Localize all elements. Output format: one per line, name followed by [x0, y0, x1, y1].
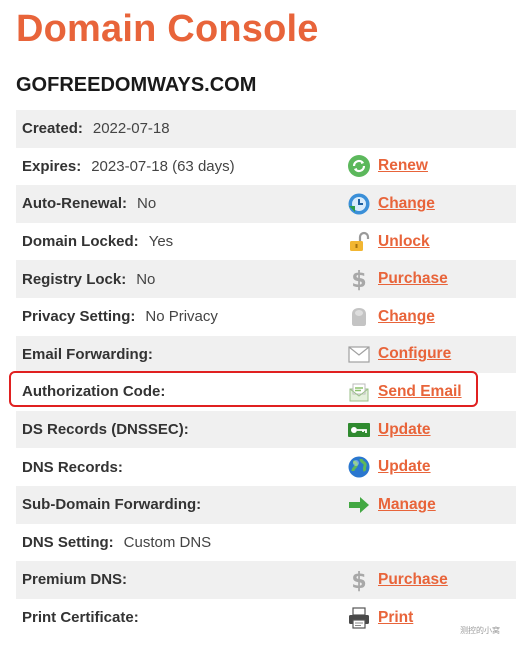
print-link[interactable]: Print — [378, 609, 413, 627]
row-value: No — [136, 270, 156, 288]
row-email-forwarding: Email Forwarding: Configure — [16, 335, 516, 374]
renew-icon[interactable] — [346, 153, 372, 179]
row-value: No — [137, 195, 157, 213]
page-title: Domain Console — [16, 8, 319, 50]
premium-dns-purchase-action[interactable]: $ Purchase — [346, 561, 448, 599]
row-subdomain-forwarding: Sub-Domain Forwarding: Manage — [16, 485, 516, 524]
ds-records-update-action[interactable]: Update — [346, 411, 431, 449]
row-dns-setting: DNS Setting: Custom DNS — [16, 523, 516, 562]
open-envelope-icon[interactable] — [346, 379, 372, 405]
unlock-link[interactable]: Unlock — [378, 233, 430, 251]
purchase-link[interactable]: Purchase — [378, 270, 448, 288]
row-label: DS Records (DNSSEC): — [22, 421, 189, 439]
row-label: Print Certificate: — [22, 609, 139, 627]
domain-name: GOFREEDOMWAYS.COM — [16, 74, 257, 96]
row-label: Expires: — [22, 157, 82, 175]
row-created: Created: 2022-07-18 — [16, 110, 516, 148]
row-label: Email Forwarding: — [22, 345, 153, 363]
row-ds-records: DS Records (DNSSEC): Update — [16, 410, 516, 449]
privacy-change-action[interactable]: Change — [346, 298, 435, 336]
change-link[interactable]: Change — [378, 308, 435, 326]
svg-text:$: $ — [351, 569, 366, 592]
renew-action[interactable]: Renew — [346, 148, 428, 186]
clock-icon[interactable] — [346, 191, 372, 217]
padlock-icon[interactable] — [346, 229, 372, 255]
update-link[interactable]: Update — [378, 421, 431, 439]
manage-link[interactable]: Manage — [378, 496, 436, 514]
privacy-icon[interactable] — [346, 304, 372, 330]
row-print-certificate: Print Certificate: Print — [16, 598, 516, 637]
row-label: DNS Setting: — [22, 533, 114, 551]
renew-link[interactable]: Renew — [378, 157, 428, 175]
dns-records-update-action[interactable]: Update — [346, 448, 431, 486]
printer-icon[interactable] — [346, 605, 372, 631]
row-label: Registry Lock: — [22, 270, 127, 288]
row-domain-locked: Domain Locked: Yes Unlock — [16, 222, 516, 261]
subdomain-manage-action[interactable]: Manage — [346, 486, 436, 524]
row-label: Premium DNS: — [22, 571, 128, 589]
row-label: Authorization Code: — [22, 383, 166, 401]
unlock-action[interactable]: Unlock — [346, 223, 430, 261]
change-link[interactable]: Change — [378, 195, 435, 213]
dollar-icon[interactable]: $ — [346, 567, 372, 593]
row-value: 2022-07-18 — [92, 120, 170, 138]
row-value: No Privacy — [145, 308, 218, 326]
configure-link[interactable]: Configure — [378, 345, 451, 363]
row-label: Sub-Domain Forwarding: — [22, 496, 202, 514]
purchase-link[interactable]: Purchase — [378, 571, 448, 589]
row-value: Yes — [148, 233, 174, 251]
row-label: Domain Locked: — [22, 233, 139, 251]
row-premium-dns: Premium DNS: $ Purchase — [16, 561, 516, 599]
envelope-icon[interactable] — [346, 341, 372, 367]
row-label: Auto-Renewal: — [22, 195, 127, 213]
arrow-right-icon[interactable] — [346, 492, 372, 518]
svg-text:$: $ — [351, 268, 366, 291]
row-privacy-setting: Privacy Setting: No Privacy Change — [16, 297, 516, 336]
row-label: Privacy Setting: — [22, 308, 136, 326]
row-value: Custom DNS — [123, 533, 212, 551]
watermark: 测控的小窝 — [460, 626, 500, 635]
row-dns-records: DNS Records: Update — [16, 448, 516, 486]
row-value: 2023-07-18 (63 days) — [91, 157, 235, 175]
row-expires: Expires: 2023-07-18 (63 days) Renew — [16, 147, 516, 186]
update-link[interactable]: Update — [378, 458, 431, 476]
row-label: DNS Records: — [22, 458, 123, 476]
dollar-icon[interactable]: $ — [346, 266, 372, 292]
auto-renewal-change-action[interactable]: Change — [346, 185, 435, 223]
email-forwarding-configure-action[interactable]: Configure — [346, 336, 451, 374]
print-action[interactable]: Print — [346, 599, 413, 637]
row-auto-renewal: Auto-Renewal: No Change — [16, 185, 516, 223]
registry-lock-purchase-action[interactable]: $ Purchase — [346, 260, 448, 298]
row-registry-lock: Registry Lock: No $ Purchase — [16, 260, 516, 298]
send-email-action[interactable]: Send Email — [346, 373, 462, 411]
row-authorization-code: Authorization Code: Send Email — [16, 373, 516, 411]
globe-icon[interactable] — [346, 454, 372, 480]
send-email-link[interactable]: Send Email — [378, 383, 462, 401]
key-icon[interactable] — [346, 417, 372, 443]
domain-settings-list: Created: 2022-07-18 Expires: 2023-07-18 … — [16, 110, 516, 637]
row-label: Created: — [22, 120, 83, 138]
